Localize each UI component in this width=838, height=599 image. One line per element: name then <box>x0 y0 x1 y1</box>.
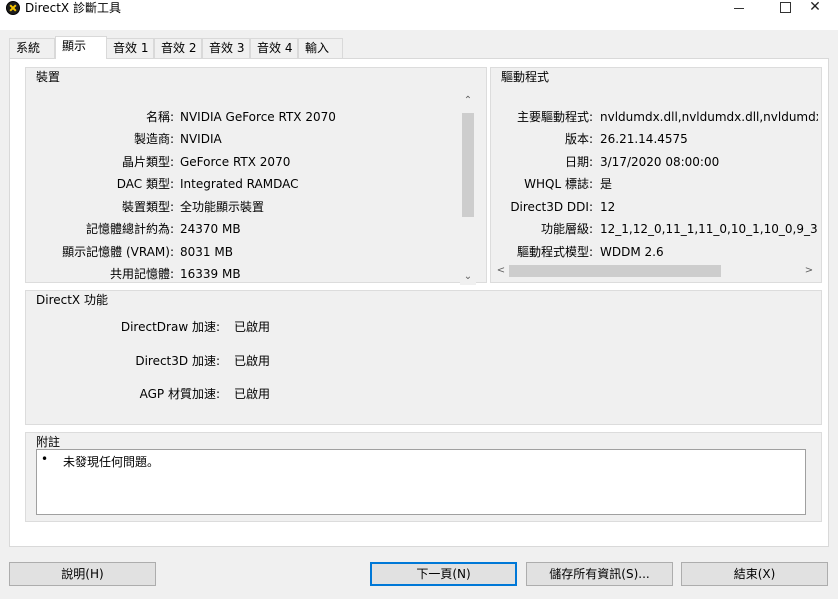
close-button[interactable]: ✕ <box>792 0 838 18</box>
agp-texture-accel-label: AGP 材質加速: <box>139 387 220 401</box>
tab-sound-2[interactable]: 音效 2 <box>154 38 202 59</box>
exit-button[interactable]: 結束(X) <box>681 562 828 586</box>
directx-features-group: DirectX 功能 DirectDraw 加速: 已啟用 Direct3D 加… <box>25 290 822 425</box>
directdraw-accel-label: DirectDraw 加速: <box>120 320 220 334</box>
driver-group-title: 驅動程式 <box>499 68 552 85</box>
driver-label-d3d-ddi: Direct3D DDI: <box>510 200 593 214</box>
window-title: DirectX 診斷工具 <box>25 1 121 15</box>
device-label-device-type: 裝置類型: <box>121 200 174 214</box>
driver-label-feature-levels: 功能層級: <box>540 222 593 236</box>
agp-texture-accel-value: 已啟用 <box>234 387 271 401</box>
device-value-manufacturer: NVIDIA <box>180 132 222 146</box>
help-button[interactable]: 說明(H) <box>9 562 156 586</box>
device-value-total-memory: 24370 MB <box>180 222 241 236</box>
next-page-button[interactable]: 下一頁(N) <box>370 562 517 586</box>
note-item: 未發現任何問題。 <box>63 455 160 469</box>
driver-label-version: 版本: <box>564 132 593 146</box>
notes-title: 附註 <box>34 433 63 450</box>
driver-value-version: 26.21.14.4575 <box>600 132 688 146</box>
save-all-info-button[interactable]: 儲存所有資訊(S)... <box>526 562 673 586</box>
device-scroll-thumb[interactable] <box>462 113 474 217</box>
driver-group: 驅動程式 主要驅動程式: nvldumdx.dll,nvldumdx.dll,n… <box>490 67 822 283</box>
device-label-shared-memory: 共用記憶體: <box>109 267 174 281</box>
scroll-right-arrow-icon[interactable]: > <box>801 263 817 279</box>
device-label-total-memory: 記憶體總計約為: <box>85 222 174 236</box>
device-label-dac-type: DAC 類型: <box>116 177 174 191</box>
directx-app-icon <box>6 1 20 15</box>
device-value-device-type: 全功能顯示裝置 <box>180 200 265 214</box>
directdraw-accel-value: 已啟用 <box>234 320 271 334</box>
device-value-shared-memory: 16339 MB <box>180 267 241 281</box>
tab-system[interactable]: 系統 <box>9 38 55 59</box>
tab-sound-3[interactable]: 音效 3 <box>202 38 250 59</box>
device-label-vram: 顯示記憶體 (VRAM): <box>62 245 174 259</box>
driver-label-driver-model: 驅動程式模型: <box>516 245 593 259</box>
driver-label-main-driver: 主要驅動程式: <box>516 110 593 124</box>
direct3d-accel-label: Direct3D 加速: <box>135 354 220 368</box>
device-label-chip-type: 晶片類型: <box>121 155 174 169</box>
tab-sound-1[interactable]: 音效 1 <box>106 38 154 59</box>
driver-value-feature-levels: 12_1,12_0,11_1,11_0,10_1,10_0,9_3,9_2 <box>600 222 818 236</box>
bullet-icon: • <box>41 452 49 466</box>
scroll-up-arrow-icon[interactable]: ⌃ <box>460 93 476 109</box>
device-group: 裝置 名稱: NVIDIA GeForce RTX 2070 製造商: NVID… <box>25 67 487 285</box>
tab-input[interactable]: 輸入 <box>298 38 343 59</box>
device-value-name: NVIDIA GeForce RTX 2070 <box>180 110 336 124</box>
notes-group: 附註 • 未發現任何問題。 <box>25 432 822 522</box>
driver-value-date: 3/17/2020 08:00:00 <box>600 155 720 169</box>
minimize-button[interactable] <box>716 0 762 18</box>
notes-textbox[interactable]: • 未發現任何問題。 <box>36 449 806 515</box>
device-label-manufacturer: 製造商: <box>133 132 174 146</box>
scroll-down-arrow-icon[interactable]: ⌄ <box>460 269 476 285</box>
title-bar: DirectX 診斷工具 ✕ <box>0 0 838 30</box>
device-vertical-scrollbar[interactable]: ⌃ ⌄ <box>460 93 476 285</box>
directx-features-title: DirectX 功能 <box>34 291 110 308</box>
device-group-title: 裝置 <box>34 68 63 85</box>
tab-sound-4[interactable]: 音效 4 <box>250 38 298 59</box>
driver-horizontal-scrollbar[interactable]: < > <box>493 263 819 279</box>
driver-value-driver-model: WDDM 2.6 <box>600 245 664 259</box>
driver-label-whql: WHQL 標誌: <box>524 177 593 191</box>
driver-value-main-driver: nvldumdx.dll,nvldumdx.dll,nvldumdx.d <box>600 110 818 124</box>
device-value-chip-type: GeForce RTX 2070 <box>180 155 291 169</box>
tab-display[interactable]: 顯示 <box>55 36 107 59</box>
device-label-name: 名稱: <box>145 110 174 124</box>
display-tab-panel: 裝置 名稱: NVIDIA GeForce RTX 2070 製造商: NVID… <box>9 58 829 547</box>
scroll-left-arrow-icon[interactable]: < <box>493 263 509 279</box>
device-value-dac-type: Integrated RAMDAC <box>180 177 299 191</box>
driver-label-date: 日期: <box>564 155 593 169</box>
driver-value-whql: 是 <box>600 177 613 191</box>
direct3d-accel-value: 已啟用 <box>234 354 271 368</box>
driver-value-d3d-ddi: 12 <box>600 200 616 214</box>
device-value-vram: 8031 MB <box>180 245 233 259</box>
driver-scroll-thumb[interactable] <box>509 265 721 277</box>
